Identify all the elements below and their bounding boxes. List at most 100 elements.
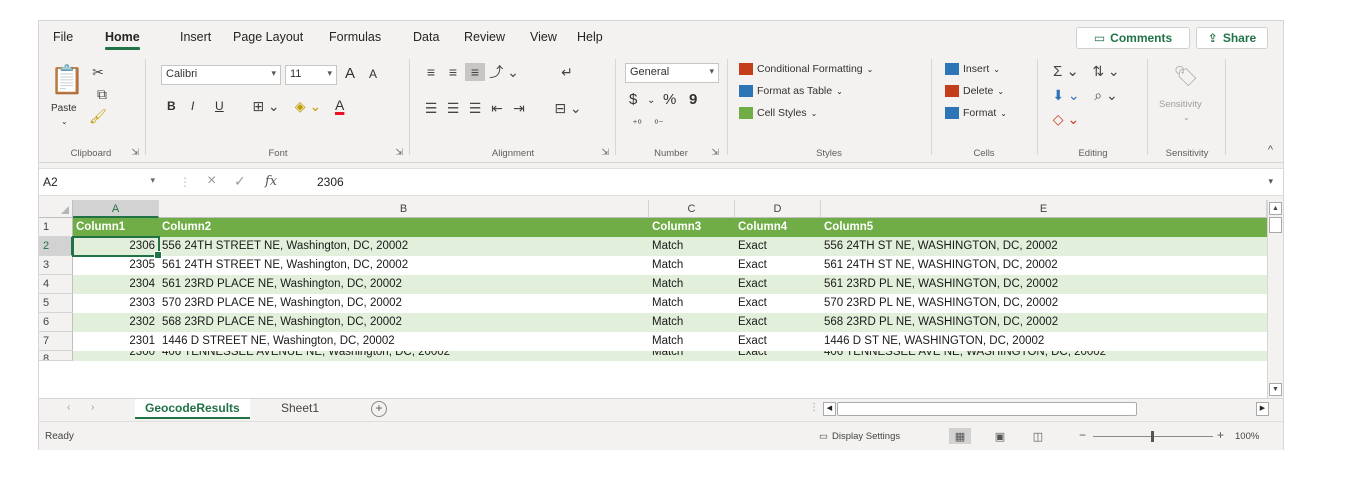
align-bottom-icon[interactable]: ≡: [465, 63, 485, 81]
horizontal-scrollbar[interactable]: ⋮ ◀ ▶: [809, 402, 1269, 417]
row-header[interactable]: 3: [39, 256, 73, 275]
bold-button[interactable]: B: [167, 99, 176, 113]
table-cell[interactable]: 2303: [73, 294, 159, 313]
page-break-view-icon[interactable]: ◫: [1027, 428, 1049, 444]
fill-icon[interactable]: ⬇ ⌄: [1051, 85, 1081, 105]
table-cell[interactable]: 2306: [73, 237, 159, 256]
table-cell[interactable]: 2304: [73, 275, 159, 294]
tab-view[interactable]: View: [530, 30, 557, 44]
normal-view-icon[interactable]: ▦: [949, 428, 971, 444]
tab-help[interactable]: Help: [577, 30, 603, 44]
name-box[interactable]: A2 ▾: [39, 169, 159, 195]
header-cell[interactable]: Column2: [159, 218, 649, 237]
tab-insert[interactable]: Insert: [180, 30, 211, 44]
column-header-b[interactable]: B: [159, 200, 649, 218]
font-color-button[interactable]: A: [335, 97, 344, 113]
row-header[interactable]: 7: [39, 332, 73, 351]
conditional-formatting-button[interactable]: Conditional Formatting ⌄: [739, 63, 873, 75]
table-cell[interactable]: Exact: [735, 275, 821, 294]
sheet-tab-geocoderesults[interactable]: GeocodeResults: [135, 399, 250, 419]
sheet-tab-sheet1[interactable]: Sheet1: [271, 399, 329, 419]
formula-input[interactable]: 2306: [317, 175, 344, 189]
merge-center-icon[interactable]: ⊟ ⌄: [553, 99, 583, 117]
table-cell[interactable]: Match: [649, 332, 735, 351]
table-cell[interactable]: 1446 D ST NE, WASHINGTON, DC, 20002: [821, 332, 1267, 351]
scroll-split-icon[interactable]: ⋮: [809, 402, 819, 413]
format-as-table-button[interactable]: Format as Table ⌄: [739, 85, 843, 97]
row-header[interactable]: 8: [39, 351, 73, 361]
align-middle-icon[interactable]: ≡: [443, 63, 463, 81]
table-cell[interactable]: 561 23RD PLACE NE, Washington, DC, 20002: [159, 275, 649, 294]
tab-page-layout[interactable]: Page Layout: [233, 30, 303, 44]
tab-file[interactable]: File: [53, 30, 73, 44]
table-cell[interactable]: 1446 D STREET NE, Washington, DC, 20002: [159, 332, 649, 351]
table-cell[interactable]: 561 23RD PL NE, WASHINGTON, DC, 20002: [821, 275, 1267, 294]
clipboard-launcher-icon[interactable]: ⇲: [131, 147, 139, 158]
scroll-up-icon[interactable]: ▲: [1269, 202, 1282, 215]
row-header[interactable]: 4: [39, 275, 73, 294]
column-header-a[interactable]: A: [73, 200, 159, 218]
table-cell[interactable]: Exact: [735, 294, 821, 313]
cell-styles-button[interactable]: Cell Styles ⌄: [739, 107, 817, 119]
tab-review[interactable]: Review: [464, 30, 505, 44]
table-cell[interactable]: Match: [649, 237, 735, 256]
table-cell[interactable]: 2305: [73, 256, 159, 275]
currency-button[interactable]: $: [629, 91, 637, 108]
table-cell[interactable]: 2302: [73, 313, 159, 332]
tab-home[interactable]: Home: [105, 30, 140, 50]
tab-formulas[interactable]: Formulas: [329, 30, 381, 44]
scroll-right-icon[interactable]: ▶: [1256, 402, 1269, 416]
table-cell[interactable]: Exact: [735, 237, 821, 256]
table-cell[interactable]: 561 24TH STREET NE, Washington, DC, 2000…: [159, 256, 649, 275]
table-cell[interactable]: Exact: [735, 351, 821, 361]
zoom-in-icon[interactable]: +: [1217, 428, 1224, 442]
format-cells-button[interactable]: Format ⌄: [945, 107, 1007, 119]
italic-button[interactable]: I: [191, 99, 194, 113]
table-cell[interactable]: 570 23RD PLACE NE, Washington, DC, 20002: [159, 294, 649, 313]
expand-formula-bar-icon[interactable]: ▾: [1268, 176, 1273, 187]
table-cell[interactable]: 2301: [73, 332, 159, 351]
align-left-icon[interactable]: ☰: [421, 99, 441, 117]
table-cell[interactable]: Match: [649, 275, 735, 294]
vertical-scrollbar[interactable]: ▲ ▼: [1267, 200, 1283, 398]
page-layout-view-icon[interactable]: ▣: [989, 428, 1011, 444]
paste-label[interactable]: Paste: [51, 103, 77, 114]
paste-dropdown-icon[interactable]: ⌄: [61, 117, 68, 126]
add-sheet-icon[interactable]: +: [371, 401, 387, 417]
column-header-c[interactable]: C: [649, 200, 735, 218]
chevron-down-icon[interactable]: ⌄: [647, 95, 655, 106]
row-header[interactable]: 6: [39, 313, 73, 332]
table-cell[interactable]: 406 TENNESSEE AVENUE NE, Washington, DC,…: [159, 351, 649, 361]
tab-data[interactable]: Data: [413, 30, 439, 44]
font-launcher-icon[interactable]: ⇲: [395, 147, 403, 158]
scroll-thumb[interactable]: [1269, 217, 1282, 233]
table-cell[interactable]: Match: [649, 313, 735, 332]
table-cell[interactable]: 561 24TH ST NE, WASHINGTON, DC, 20002: [821, 256, 1267, 275]
row-header[interactable]: 5: [39, 294, 73, 313]
grow-font-button[interactable]: A: [345, 65, 355, 82]
table-cell[interactable]: 2300: [73, 351, 159, 361]
font-name-select[interactable]: Calibri ▾: [161, 65, 281, 85]
align-center-icon[interactable]: ☰: [443, 99, 463, 117]
table-cell[interactable]: 556 24TH ST NE, WASHINGTON, DC, 20002: [821, 237, 1267, 256]
cancel-icon[interactable]: ×: [207, 172, 216, 190]
share-button[interactable]: ⇪ Share: [1196, 27, 1268, 49]
insert-cells-button[interactable]: Insert ⌄: [945, 63, 1000, 75]
header-cell[interactable]: Column4: [735, 218, 821, 237]
shrink-font-button[interactable]: A: [369, 67, 377, 81]
delete-cells-button[interactable]: Delete ⌄: [945, 85, 1004, 97]
row-header[interactable]: 1: [39, 218, 73, 237]
percent-button[interactable]: %: [663, 91, 676, 108]
comma-button[interactable]: 9: [689, 91, 697, 108]
header-cell[interactable]: Column3: [649, 218, 735, 237]
zoom-level[interactable]: 100%: [1235, 431, 1259, 442]
table-cell[interactable]: Match: [649, 294, 735, 313]
font-size-select[interactable]: 11 ▾: [285, 65, 337, 85]
zoom-slider-thumb[interactable]: [1151, 431, 1154, 442]
align-right-icon[interactable]: ☰: [465, 99, 485, 117]
column-header-e[interactable]: E: [821, 200, 1267, 218]
column-header-d[interactable]: D: [735, 200, 821, 218]
chevron-down-icon[interactable]: ⌄: [1183, 113, 1190, 122]
sort-filter-icon[interactable]: ⇅ ⌄: [1089, 61, 1123, 81]
copy-icon[interactable]: ⧉: [89, 85, 115, 103]
